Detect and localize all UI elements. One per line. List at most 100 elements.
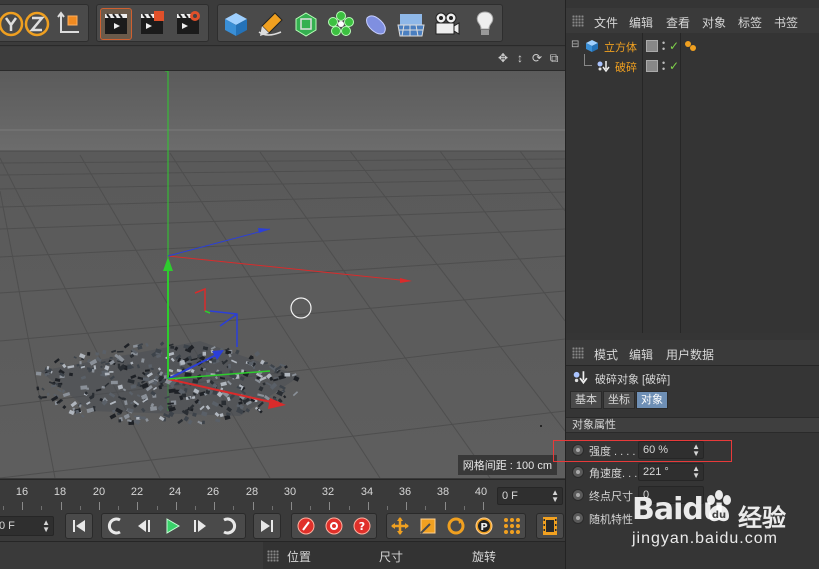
section-header[interactable]: 对象属性 xyxy=(566,417,819,433)
tab-coord[interactable]: 坐标 xyxy=(603,391,635,409)
point-level-key-icon[interactable] xyxy=(500,515,523,537)
editor-visibility-icon[interactable] xyxy=(646,40,658,52)
animate-property-icon[interactable] xyxy=(572,489,584,501)
tick-mark xyxy=(79,506,81,510)
shatter-deformer-icon xyxy=(573,371,588,385)
spin-arrows-icon[interactable]: ▲ ▼ xyxy=(551,489,559,504)
tick-mark xyxy=(367,502,369,510)
list-item[interactable]: ⊟ 立方体 • • ✓ xyxy=(566,36,819,56)
tick-label: 20 xyxy=(92,486,106,498)
parameter-key-icon[interactable]: P xyxy=(472,515,495,537)
camera-icon[interactable] xyxy=(430,8,462,40)
render-view-icon[interactable] xyxy=(100,8,132,40)
menu-objects[interactable]: 对象 xyxy=(702,14,726,31)
deformer-icon[interactable] xyxy=(360,8,392,40)
tab-object[interactable]: 对象 xyxy=(636,391,668,409)
debris-fragment xyxy=(59,362,64,365)
goto-end-group xyxy=(253,513,281,539)
attribute-tabs: 基本 坐标 对象 xyxy=(570,391,669,409)
light-icon[interactable] xyxy=(469,8,501,40)
menu-bookmarks[interactable]: 书签 xyxy=(774,14,798,31)
tree-collapse-icon[interactable]: ⊟ xyxy=(571,39,579,50)
tick-mark xyxy=(214,502,216,510)
tick-mark xyxy=(425,506,427,510)
coordinate-system-icon[interactable] xyxy=(53,8,85,40)
menu-file[interactable]: 文件 xyxy=(594,14,618,31)
move-view-icon[interactable]: ✥ xyxy=(496,51,510,65)
prev-key-icon[interactable] xyxy=(104,515,127,537)
list-item[interactable]: 破碎 • • ✓ xyxy=(566,54,819,76)
animate-property-icon[interactable] xyxy=(572,512,584,524)
pen-icon[interactable] xyxy=(255,8,287,40)
menu-view[interactable]: 查看 xyxy=(666,14,690,31)
column-divider[interactable] xyxy=(680,33,681,333)
tick-label: 30 xyxy=(283,486,297,498)
goto-start-icon[interactable] xyxy=(67,515,90,537)
dolly-view-icon[interactable]: ↕ xyxy=(513,51,527,65)
fracture-tag-icon[interactable] xyxy=(684,39,698,53)
3d-viewport[interactable]: 网格间距 : 100 cm xyxy=(0,71,565,478)
object-name[interactable]: 立方体 xyxy=(604,39,637,55)
position-column-label: 位置 xyxy=(287,550,312,564)
render-picture-viewer-icon[interactable] xyxy=(136,8,168,40)
tick-mark xyxy=(463,506,465,510)
tick-mark xyxy=(156,506,158,510)
property-label: 终点尺寸 xyxy=(589,491,633,503)
tick-mark xyxy=(99,502,100,510)
record-key-icon[interactable] xyxy=(294,515,317,537)
cloner-icon[interactable] xyxy=(325,8,357,40)
menu-mode[interactable]: 模式 xyxy=(594,346,618,363)
keyframe-selection-icon[interactable]: ? xyxy=(350,515,373,537)
menu-user-data[interactable]: 用户数据 xyxy=(666,346,714,363)
debris-fragment xyxy=(249,361,254,366)
object-list[interactable]: ⊟ 立方体 • • ✓ 破碎 • • ✓ xyxy=(566,33,819,333)
tick-label: 26 xyxy=(206,486,220,498)
next-key-icon[interactable] xyxy=(216,515,239,537)
subdivision-icon[interactable] xyxy=(290,8,322,40)
column-divider[interactable] xyxy=(642,33,643,333)
prev-frame-icon[interactable] xyxy=(132,515,155,537)
menu-tags[interactable]: 标签 xyxy=(738,14,762,31)
transport-bar: 0 F ▲ ▼ ? P xyxy=(0,511,565,541)
tab-basic[interactable]: 基本 xyxy=(570,391,602,409)
spin-arrows-icon[interactable]: ▲ ▼ xyxy=(42,519,50,534)
edit-render-settings-icon[interactable] xyxy=(172,8,204,40)
enabled-check-icon[interactable]: ✓ xyxy=(669,59,679,73)
panel-grip-icon[interactable] xyxy=(572,347,584,359)
maximize-view-icon[interactable]: ⧉ xyxy=(547,51,561,65)
end-frame-field[interactable]: 0 F ▲ ▼ xyxy=(497,487,563,505)
property-label: 角速度. . . . xyxy=(589,468,644,480)
tick-label: 24 xyxy=(168,486,182,498)
cube-icon[interactable] xyxy=(220,8,252,40)
rotate-view-icon[interactable]: ⟳ xyxy=(530,51,544,65)
next-frame-icon[interactable] xyxy=(188,515,211,537)
autokey-icon[interactable] xyxy=(322,515,345,537)
goto-end-icon[interactable] xyxy=(255,515,278,537)
menu-edit[interactable]: 编辑 xyxy=(629,346,653,363)
object-name[interactable]: 破碎 xyxy=(615,59,637,75)
rotation-key-icon[interactable] xyxy=(444,515,467,537)
debris-fragment xyxy=(110,380,118,385)
play-forward-icon[interactable] xyxy=(160,515,183,537)
start-frame-field[interactable]: 0 F ▲ ▼ xyxy=(0,516,54,536)
animate-property-icon[interactable] xyxy=(572,466,584,478)
tick-mark xyxy=(60,502,62,510)
menu-edit[interactable]: 编辑 xyxy=(629,14,653,31)
tick-label: 18 xyxy=(53,486,67,498)
scale-key-icon[interactable] xyxy=(416,515,439,537)
panel-grip-icon[interactable] xyxy=(572,15,584,27)
position-key-icon[interactable] xyxy=(388,515,411,537)
timeline[interactable]: 16 18 20 22 24 26 28 30 32 34 36 38 40 0… xyxy=(0,479,565,511)
z-axis-icon[interactable] xyxy=(21,8,53,40)
angular-speed-field[interactable]: 221 ° ▲ ▼ xyxy=(638,463,704,481)
spin-arrows-icon[interactable]: ▲ ▼ xyxy=(692,465,700,480)
timeline-window-icon[interactable] xyxy=(538,515,561,537)
enabled-check-icon[interactable]: ✓ xyxy=(669,39,679,53)
render-visibility-dots-icon[interactable]: • • xyxy=(662,39,665,54)
render-visibility-dots-icon[interactable]: • • xyxy=(662,59,665,74)
viewport-scene xyxy=(0,71,565,478)
floor-icon[interactable] xyxy=(395,8,427,40)
panel-grip-icon[interactable] xyxy=(267,550,279,562)
editor-visibility-icon[interactable] xyxy=(646,60,658,72)
timeline-ruler[interactable]: 16 18 20 22 24 26 28 30 32 34 36 38 40 xyxy=(0,480,495,512)
